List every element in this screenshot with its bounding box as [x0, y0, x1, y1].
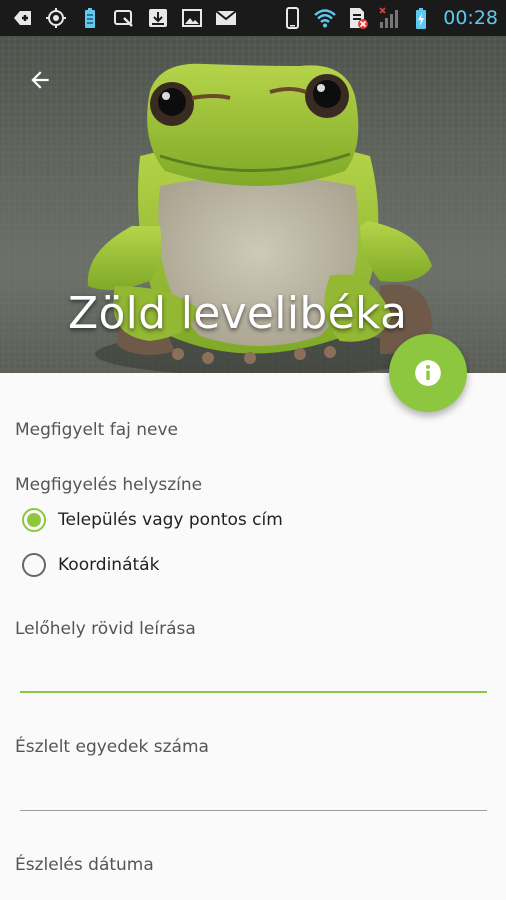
observation-date-label[interactable]: Észlelés dátuma	[15, 855, 154, 875]
info-button[interactable]	[389, 334, 467, 412]
info-icon	[415, 360, 441, 386]
arrow-back-icon	[31, 71, 49, 89]
individual-count-underline	[20, 810, 487, 811]
battery-saver-icon	[78, 6, 102, 30]
site-description-input[interactable]	[20, 653, 487, 689]
wifi-icon	[313, 6, 337, 30]
site-description-underline-focused	[20, 691, 487, 693]
site-description-label: Lelőhely rövid leírása	[15, 619, 196, 639]
gps-icon	[44, 6, 68, 30]
status-bar: 00:28	[0, 0, 506, 36]
sim-error-icon	[345, 6, 369, 30]
location-label: Megfigyelés helyszíne	[15, 475, 203, 495]
signal-icon	[377, 6, 401, 30]
screen-icon	[112, 6, 136, 30]
individual-count-label: Észlelt egyedek száma	[15, 737, 209, 757]
rotation-icon	[281, 6, 305, 30]
status-bar-notifications	[0, 6, 238, 30]
species-header-image: Zöld levelibéka	[0, 36, 506, 373]
individual-count-input[interactable]	[20, 771, 487, 807]
radio-selected-indicator	[22, 508, 46, 532]
radio-coordinates[interactable]: Koordináták	[22, 553, 159, 577]
radio-settlement-address[interactable]: Település vagy pontos cím	[22, 508, 283, 532]
back-button[interactable]	[20, 60, 60, 100]
battery-charging-icon	[409, 6, 433, 30]
radio-label: Település vagy pontos cím	[58, 510, 283, 530]
status-time: 00:28	[443, 7, 498, 29]
status-bar-system: 00:28	[281, 0, 498, 36]
radio-unselected-indicator	[22, 553, 46, 577]
email-icon	[214, 6, 238, 30]
image-icon	[180, 6, 204, 30]
species-name-field[interactable]: Megfigyelt faj neve	[15, 420, 178, 440]
page-title: Zöld levelibéka	[68, 288, 408, 339]
download-icon	[146, 6, 170, 30]
usb-debug-icon	[10, 6, 34, 30]
radio-label: Koordináták	[58, 555, 160, 575]
